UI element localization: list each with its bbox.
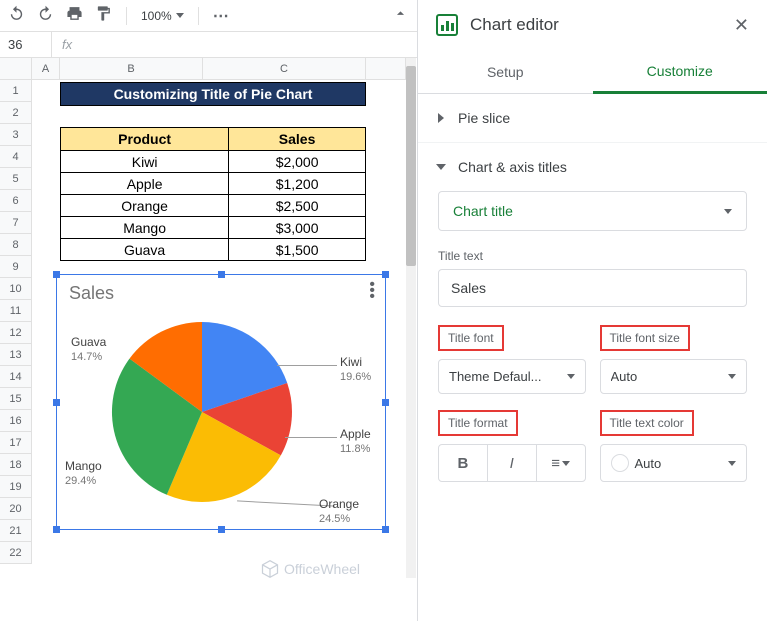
more-icon[interactable]: ⋯ [213, 6, 230, 26]
row-header[interactable]: 8 [0, 234, 32, 256]
title-text-input[interactable] [438, 269, 747, 307]
row-header[interactable]: 5 [0, 168, 32, 190]
formula-bar: 36 fx [0, 32, 417, 58]
tab-customize[interactable]: Customize [593, 50, 767, 94]
data-table: ProductSales Kiwi$2,000 Apple$1,200 Oran… [60, 127, 366, 261]
vertical-scrollbar[interactable] [406, 58, 416, 578]
title-text-color-label: Title text color [600, 410, 694, 436]
pie-svg [107, 317, 297, 507]
chevron-down-icon [436, 164, 446, 170]
row-header[interactable]: 17 [0, 432, 32, 454]
slice-label: Mango29.4% [65, 459, 102, 488]
chart-editor-icon [436, 14, 458, 36]
chevron-right-icon [438, 113, 444, 123]
table-row: Orange$2,500 [61, 195, 366, 217]
title-font-size-dropdown[interactable]: Auto [600, 359, 748, 394]
row-header[interactable]: 7 [0, 212, 32, 234]
slice-label: Apple11.8% [340, 427, 371, 456]
name-box[interactable]: 36 [0, 32, 52, 57]
spreadsheet-panel: 100% ⋯ 36 fx A B C 1 2 3 4 5 6 7 8 9 [0, 0, 417, 621]
close-icon[interactable]: ✕ [734, 15, 749, 36]
col-header[interactable]: B [60, 58, 203, 80]
row-header[interactable]: 11 [0, 300, 32, 322]
title-type-dropdown[interactable]: Chart title [438, 191, 747, 231]
chart-editor-panel: Chart editor ✕ Setup Customize Pie slice… [417, 0, 767, 621]
row-header[interactable]: 16 [0, 410, 32, 432]
row-header[interactable]: 3 [0, 124, 32, 146]
slice-label: Kiwi19.6% [340, 355, 371, 384]
chart-editor-title: Chart editor [470, 15, 722, 35]
title-text-color-dropdown[interactable]: Auto [600, 444, 748, 482]
row-header[interactable]: 2 [0, 102, 32, 124]
table-row: Kiwi$2,000 [61, 151, 366, 173]
title-text-label: Title text [438, 249, 747, 263]
table-header[interactable]: Sales [229, 128, 366, 151]
undo-icon[interactable] [8, 5, 25, 27]
italic-button[interactable]: I [488, 445, 537, 481]
align-button[interactable]: ≡ [537, 445, 585, 481]
row-headers: 1 2 3 4 5 6 7 8 9 10 11 12 13 14 15 16 1… [0, 80, 32, 564]
select-all-corner[interactable] [0, 58, 32, 80]
row-header[interactable]: 20 [0, 498, 32, 520]
section-chart-axis-titles[interactable]: Chart & axis titles [418, 143, 767, 191]
chart-title: Sales [57, 275, 385, 312]
title-font-label: Title font [438, 325, 504, 351]
slice-label: Orange24.5% [319, 497, 359, 526]
row-header[interactable]: 1 [0, 80, 32, 102]
table-row: Mango$3,000 [61, 217, 366, 239]
sheet-title-banner: Customizing Title of Pie Chart [60, 82, 366, 106]
row-header[interactable]: 9 [0, 256, 32, 278]
row-header[interactable]: 12 [0, 322, 32, 344]
slice-label: Guava14.7% [71, 335, 106, 364]
col-header[interactable]: C [203, 58, 366, 80]
column-headers: A B C [0, 58, 417, 80]
row-header[interactable]: 15 [0, 388, 32, 410]
print-icon[interactable] [66, 5, 83, 27]
section-pie-slice[interactable]: Pie slice [418, 94, 767, 143]
pie-chart[interactable]: Sales ••• Kiwi19.6% Apple11.8% Orange24. [56, 274, 386, 530]
paint-format-icon[interactable] [95, 5, 112, 27]
title-font-dropdown[interactable]: Theme Defaul... [438, 359, 586, 394]
tab-setup[interactable]: Setup [418, 50, 593, 94]
editor-tabs: Setup Customize [418, 50, 767, 94]
row-header[interactable]: 21 [0, 520, 32, 542]
title-format-label: Title format [438, 410, 518, 436]
bold-button[interactable]: B [439, 445, 488, 481]
table-row: Guava$1,500 [61, 239, 366, 261]
table-row: Apple$1,200 [61, 173, 366, 195]
row-header[interactable]: 10 [0, 278, 32, 300]
zoom-level[interactable]: 100% [141, 9, 184, 23]
collapse-toolbar-icon[interactable] [392, 5, 409, 27]
row-header[interactable]: 14 [0, 366, 32, 388]
chart-menu-icon[interactable]: ••• [369, 283, 375, 301]
row-header[interactable]: 6 [0, 190, 32, 212]
title-font-size-label: Title font size [600, 325, 690, 351]
fx-label: fx [52, 37, 82, 52]
row-header[interactable]: 13 [0, 344, 32, 366]
redo-icon[interactable] [37, 5, 54, 27]
table-header[interactable]: Product [61, 128, 229, 151]
col-header[interactable]: A [32, 58, 60, 80]
row-header[interactable]: 18 [0, 454, 32, 476]
toolbar: 100% ⋯ [0, 0, 417, 32]
row-header[interactable]: 4 [0, 146, 32, 168]
row-header[interactable]: 19 [0, 476, 32, 498]
row-header[interactable]: 22 [0, 542, 32, 564]
